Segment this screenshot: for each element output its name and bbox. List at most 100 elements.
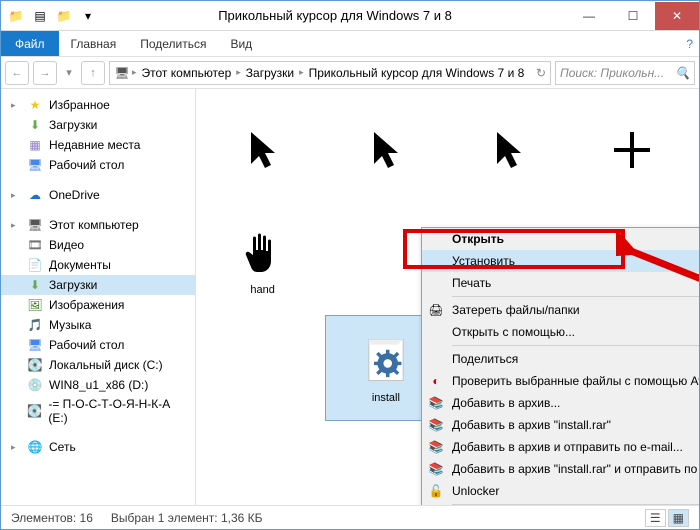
menu-item-label: Unlocker (452, 484, 499, 498)
breadcrumb-part[interactable]: Прикольный курсор для Windows 7 и 8 (306, 66, 528, 80)
search-icon: 🔍 (675, 66, 690, 80)
sidebar-item-label: Видео (49, 238, 84, 252)
file-item[interactable] (202, 99, 323, 205)
menu-item-label: Открыть с помощью... (452, 325, 575, 339)
menu-item-label: Установить (452, 254, 515, 268)
sidebar-thispc[interactable]: ▸Этот компьютер (1, 215, 195, 235)
file-item[interactable] (325, 99, 446, 205)
menu-item-label: Добавить в архив "install.rar" (452, 418, 611, 432)
menu-item-label: Добавить в архив "install.rar" и отправи… (452, 462, 699, 476)
menu-separator (452, 345, 699, 346)
menu-item-icon (428, 439, 444, 455)
minimize-button[interactable]: — (567, 2, 611, 30)
sidebar-item-desktop[interactable]: Рабочий стол (1, 155, 195, 175)
menu-separator (452, 504, 699, 505)
sidebar-item-recent[interactable]: Недавние места (1, 135, 195, 155)
breadcrumb[interactable]: ▸ Этот компьютер ▸ Загрузки ▸ Прикольный… (109, 61, 551, 85)
file-thumb-icon (481, 122, 537, 178)
context-menu-item[interactable]: Печать (422, 272, 699, 294)
forward-button[interactable]: → (33, 61, 57, 85)
menu-item-icon (428, 373, 444, 389)
sidebar-item-video[interactable]: Видео (1, 235, 195, 255)
file-thumb-icon (358, 332, 414, 388)
file-tab[interactable]: Файл (1, 31, 59, 56)
sidebar-item-downloads[interactable]: Загрузки (1, 115, 195, 135)
document-icon (27, 257, 43, 273)
chevron-right-icon: ▸ (299, 67, 304, 78)
context-menu-item[interactable]: Открыть (422, 228, 699, 250)
menu-item-icon (428, 483, 444, 499)
sidebar-item-label: OneDrive (49, 188, 100, 202)
file-item[interactable] (572, 99, 693, 205)
context-menu-item[interactable]: Поделиться▸ (422, 348, 699, 370)
file-item[interactable]: hand (202, 207, 323, 313)
window-title: Прикольный курсор для Windows 7 и 8 (103, 8, 567, 23)
sidebar-item-label: Изображения (49, 298, 124, 312)
download-icon (27, 277, 43, 293)
up-button[interactable]: ↑ (81, 61, 105, 85)
menu-item-icon (428, 417, 444, 433)
view-icons-icon[interactable]: ▦ (668, 509, 689, 527)
context-menu-item[interactable]: Добавить в архив "install.rar" и отправи… (422, 458, 699, 480)
download-icon (27, 117, 43, 133)
sidebar-item-pictures[interactable]: Изображения (1, 295, 195, 315)
help-icon[interactable]: ? (680, 31, 699, 56)
context-menu-item[interactable]: Установить (422, 250, 699, 272)
music-icon (27, 317, 43, 333)
view-details-icon[interactable]: ☰ (645, 509, 666, 527)
breadcrumb-part[interactable]: Загрузки (243, 66, 297, 80)
qa-dropdown-icon[interactable]: ▾ (77, 5, 99, 27)
context-menu-item[interactable]: Затереть файлы/папки (422, 299, 699, 321)
sidebar-item-disk-d[interactable]: WIN8_u1_x86 (D:) (1, 375, 195, 395)
share-tab[interactable]: Поделиться (128, 31, 218, 56)
sidebar-item-documents[interactable]: Документы (1, 255, 195, 275)
context-menu-item[interactable]: Добавить в архив "install.rar" (422, 414, 699, 436)
recent-dropdown-icon[interactable]: ▾ (61, 61, 77, 85)
sidebar-favorites[interactable]: ▸Избранное (1, 95, 195, 115)
maximize-button[interactable]: ☐ (611, 2, 655, 30)
titlebar: ▤ ▾ Прикольный курсор для Windows 7 и 8 … (1, 1, 699, 31)
close-button[interactable]: ✕ (655, 2, 699, 30)
menu-item-icon (428, 302, 444, 318)
refresh-icon[interactable]: ↻ (536, 66, 546, 80)
sidebar-item-desktop[interactable]: Рабочий стол (1, 335, 195, 355)
back-button[interactable]: ← (5, 61, 29, 85)
dvd-icon (27, 377, 43, 393)
network-icon (27, 439, 43, 455)
file-thumb-icon (235, 122, 291, 178)
context-menu: Открыть Установить Печать Затереть файлы/па… (421, 227, 699, 505)
sidebar-item-label: Недавние места (49, 138, 140, 152)
places-icon (27, 137, 43, 153)
search-input[interactable]: Поиск: Прикольн... 🔍 (555, 61, 695, 85)
chevron-right-icon: ▸ (11, 190, 21, 201)
context-menu-item[interactable]: Открыть с помощью...▸ (422, 321, 699, 343)
disk-icon (27, 357, 43, 373)
new-folder-icon[interactable] (53, 5, 75, 27)
breadcrumb-part[interactable]: Этот компьютер (139, 66, 235, 80)
sidebar-item-label: -= П-О-С-Т-О-Я-Н-К-А (E:) (48, 397, 187, 425)
sidebar-item-downloads[interactable]: Загрузки (1, 275, 195, 295)
context-menu-item[interactable]: Unlocker▸ (422, 480, 699, 502)
sidebar-item-disk-e[interactable]: -= П-О-С-Т-О-Я-Н-К-А (E:) (1, 395, 195, 427)
sidebar-item-music[interactable]: Музыка (1, 315, 195, 335)
context-menu-item[interactable]: Добавить в архив... (422, 392, 699, 414)
menu-item-label: Печать (452, 276, 491, 290)
view-tab[interactable]: Вид (218, 31, 264, 56)
props-icon[interactable]: ▤ (29, 5, 51, 27)
pictures-icon (27, 297, 43, 313)
menu-item-label: Затереть файлы/папки (452, 303, 580, 317)
menubar: Файл Главная Поделиться Вид ? (1, 31, 699, 57)
folder-icon[interactable] (5, 5, 27, 27)
sidebar-network[interactable]: ▸Сеть (1, 437, 195, 457)
chevron-right-icon: ▸ (11, 442, 21, 453)
sidebar-item-disk-c[interactable]: Локальный диск (C:) (1, 355, 195, 375)
sidebar-onedrive[interactable]: ▸ OneDrive (1, 185, 195, 205)
explorer-window: ▤ ▾ Прикольный курсор для Windows 7 и 8 … (0, 0, 700, 530)
file-thumb-icon (358, 122, 414, 178)
sidebar-item-label: Загрузки (49, 278, 97, 292)
menu-item-label: Добавить в архив и отправить по e-mail..… (452, 440, 683, 454)
home-tab[interactable]: Главная (59, 31, 129, 56)
file-item[interactable] (449, 99, 570, 205)
context-menu-item[interactable]: Проверить выбранные файлы с помощью Avir… (422, 370, 699, 392)
context-menu-item[interactable]: Добавить в архив и отправить по e-mail..… (422, 436, 699, 458)
